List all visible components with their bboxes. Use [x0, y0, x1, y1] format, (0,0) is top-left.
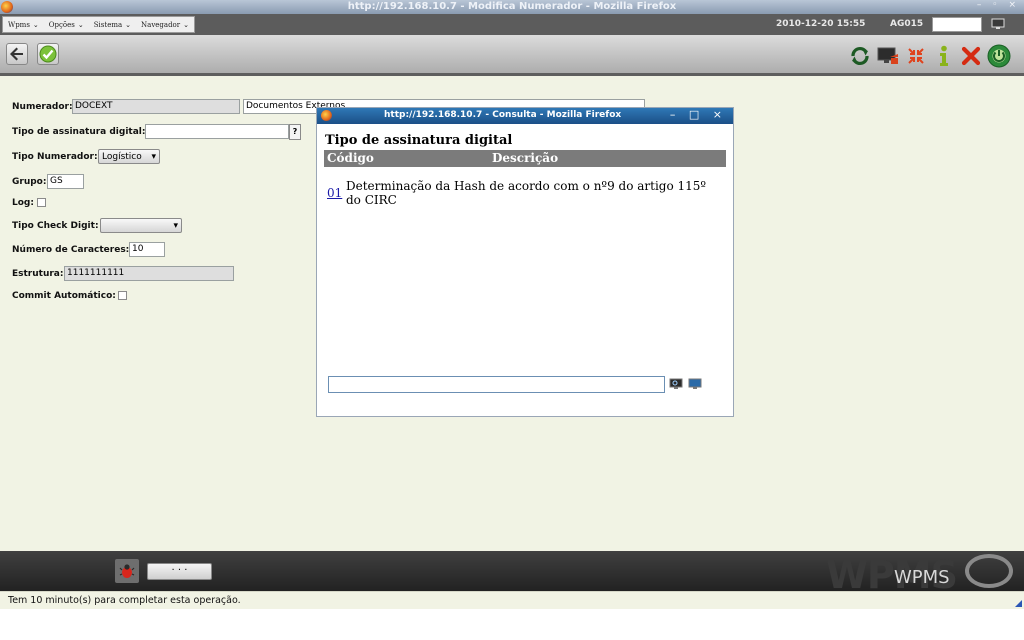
confirm-button[interactable] — [37, 43, 59, 65]
numerador-label: Numerador: — [12, 102, 73, 112]
row-code-link[interactable]: 01 — [327, 186, 342, 200]
estrutura-label: Estrutura: — [12, 269, 64, 279]
tipo-check-digit-label: Tipo Check Digit: — [12, 221, 99, 231]
menu-wpms[interactable]: Wpms ⌄ — [3, 21, 44, 29]
popup-title: http://192.168.10.7 - Consulta - Mozilla… — [384, 110, 622, 120]
popup-window-controls[interactable]: – □ × — [670, 108, 727, 121]
bug-report-button[interactable] — [115, 559, 139, 583]
globe-power-icon — [987, 44, 1011, 68]
back-arrow-icon — [10, 47, 23, 61]
tipo-numerador-label: Tipo Numerador: — [12, 152, 98, 162]
shrink-button[interactable] — [904, 44, 928, 68]
user-input[interactable] — [932, 17, 982, 32]
popup-search-input[interactable] — [328, 376, 665, 393]
numerador-input[interactable]: DOCEXT — [72, 99, 240, 114]
clear-monitor-icon[interactable] — [688, 378, 702, 390]
refresh-button[interactable] — [848, 44, 872, 68]
numero-caracteres-input[interactable]: 10 — [129, 242, 165, 257]
desktop-area — [0, 609, 1024, 640]
shrink-icon — [908, 48, 924, 64]
numero-caracteres-label: Número de Caracteres: — [12, 245, 130, 255]
chevron-down-icon: ⌄ — [32, 20, 39, 29]
toolbar-separator — [0, 73, 1024, 76]
menu-label: Navegador — [141, 20, 181, 29]
refresh-icon — [851, 47, 869, 65]
wpms-logo: WPMS — [894, 567, 950, 588]
window-title: http://192.168.10.7 - Modifica Numerador… — [347, 1, 677, 12]
user-code: AG015 — [890, 19, 924, 29]
bottom-bar: · · · WPMS WPMS — [0, 551, 1024, 597]
wpms-logo-ring — [965, 554, 1013, 588]
menu-bar: Wpms ⌄ Opções ⌄ Sistema ⌄ Navegador ⌄ 2010-1… — [0, 14, 1024, 35]
close-button[interactable] — [959, 44, 983, 68]
firefox-icon — [321, 110, 332, 121]
close-x-icon — [961, 46, 981, 66]
tipo-assinatura-input[interactable] — [145, 124, 289, 139]
status-bar: Tem 10 minuto(s) para completar esta ope… — [0, 591, 1024, 609]
dropdown-arrow-icon: ▾ — [173, 220, 178, 231]
tipo-numerador-value: Logístico — [102, 151, 142, 162]
lookup-button[interactable]: ? — [289, 124, 301, 140]
globe-button[interactable] — [987, 44, 1011, 68]
popup-heading: Tipo de assinatura digital — [325, 133, 513, 148]
bug-icon — [119, 564, 135, 578]
menu-sistema[interactable]: Sistema ⌄ — [89, 21, 136, 29]
menu-label: Opções — [48, 20, 75, 29]
chevron-down-icon: ⌄ — [77, 20, 84, 29]
monitor-export-icon — [877, 47, 898, 64]
table-header: Código Descrição — [324, 150, 726, 167]
dropdown-arrow-icon: ▾ — [151, 151, 156, 162]
check-icon — [39, 45, 57, 63]
popup-titlebar[interactable]: http://192.168.10.7 - Consulta - Mozilla… — [317, 108, 733, 124]
resize-grip-icon[interactable] — [1015, 600, 1022, 607]
row-description: Determinação da Hash de acordo com o nº9… — [346, 179, 707, 207]
estrutura-input[interactable]: 1111111111 — [64, 266, 234, 281]
tipo-assinatura-label: Tipo de assinatura digital: — [12, 127, 146, 137]
menu-group: Wpms ⌄ Opções ⌄ Sistema ⌄ Navegador ⌄ — [2, 16, 195, 33]
status-text: Tem 10 minuto(s) para completar esta ope… — [8, 595, 241, 606]
log-label: Log: — [12, 198, 34, 208]
commit-label: Commit Automático: — [12, 291, 116, 301]
search-monitor-icon[interactable] — [669, 378, 683, 390]
window-controls[interactable]: – ◦ × — [977, 0, 1020, 10]
grupo-input[interactable]: GS — [47, 174, 84, 189]
back-button[interactable] — [6, 43, 28, 65]
log-checkbox[interactable] — [37, 198, 46, 207]
column-header-codigo: Código — [327, 151, 374, 165]
chevron-down-icon: ⌄ — [125, 20, 132, 29]
tipo-numerador-select[interactable]: Logístico ▾ — [98, 149, 160, 164]
consulta-popup: http://192.168.10.7 - Consulta - Mozilla… — [316, 107, 734, 417]
menu-label: Wpms — [8, 20, 30, 29]
info-button[interactable] — [932, 44, 956, 68]
tipo-check-digit-select[interactable]: ▾ — [100, 218, 182, 233]
info-icon — [940, 45, 948, 66]
menu-label: Sistema — [93, 20, 123, 29]
window-titlebar: http://192.168.10.7 - Modifica Numerador… — [0, 0, 1024, 14]
commit-checkbox[interactable] — [118, 291, 127, 300]
export-button[interactable] — [876, 44, 900, 68]
grupo-label: Grupo: — [12, 177, 47, 187]
chevron-down-icon: ⌄ — [183, 20, 189, 29]
menu-opcoes[interactable]: Opções ⌄ — [44, 21, 89, 29]
menu-navegador[interactable]: Navegador ⌄ — [136, 21, 194, 29]
column-header-descricao: Descrição — [492, 151, 559, 165]
more-button[interactable]: · · · — [147, 563, 212, 580]
datetime: 2010-12-20 15:55 — [776, 19, 866, 29]
monitor-icon[interactable] — [991, 18, 1005, 30]
